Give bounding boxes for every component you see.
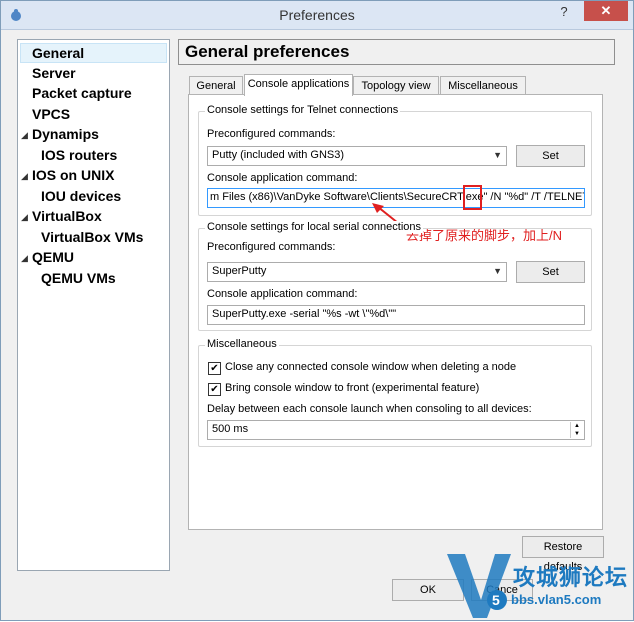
sidebar-item-iou-devices[interactable]: IOU devices — [41, 188, 121, 204]
tab-console-applications[interactable]: Console applications — [244, 74, 353, 96]
chevron-down-icon: ▼ — [493, 150, 502, 160]
window-title: Preferences — [279, 7, 355, 23]
page-header: General preferences — [178, 39, 615, 65]
sidebar-item-server[interactable]: Server — [32, 65, 76, 81]
serial-command-value: SuperPutty.exe -serial "%s -wt \"%d\"" — [212, 308, 397, 320]
sidebar-item-vpcs[interactable]: VPCS — [32, 106, 70, 122]
sidebar-item-general[interactable]: General — [20, 43, 167, 63]
chevron-down-icon: ▼ — [493, 266, 502, 276]
sidebar-item-virtualbox[interactable]: VirtualBox — [32, 208, 102, 224]
expand-arrow-icon[interactable]: ◢ — [21, 253, 28, 264]
delay-spinbox[interactable]: 500 ms ▲ ▼ — [207, 420, 585, 440]
sidebar-item-qemu-vms[interactable]: QEMU VMs — [41, 270, 116, 286]
serial-command-label: Console application command: — [207, 288, 358, 300]
telnet-preconfigured-value: Putty (included with GNS3) — [212, 149, 345, 161]
sidebar-item-ios-on-unix[interactable]: IOS on UNIX — [32, 167, 114, 183]
sidebar-item-packet-capture[interactable]: Packet capture — [32, 85, 132, 101]
delay-label: Delay between each console launch when c… — [207, 403, 532, 415]
bring-front-label: Bring console window to front (experimen… — [225, 382, 480, 394]
serial-preconfigured-value: SuperPutty — [212, 265, 267, 277]
bring-front-checkbox[interactable]: ✔ — [208, 383, 221, 396]
serial-command-input[interactable]: SuperPutty.exe -serial "%s -wt \"%d\"" — [207, 305, 585, 325]
close-console-label: Close any connected console window when … — [225, 361, 517, 373]
spin-arrows-icon[interactable]: ▲ ▼ — [570, 422, 583, 438]
misc-settings-group: Miscellaneous ✔ Close any connected cons… — [198, 338, 592, 447]
v5-logo-icon: 5 — [447, 554, 511, 618]
sidebar-item-dynamips[interactable]: Dynamips — [32, 126, 99, 142]
close-button[interactable]: ✕ — [584, 1, 628, 21]
preferences-sidebar: General Server Packet capture VPCS ◢ Dyn… — [17, 39, 170, 571]
close-console-checkbox[interactable]: ✔ — [208, 362, 221, 375]
watermark-title: 攻城狮论坛 — [513, 565, 629, 590]
preferences-window: Preferences ? ✕ General Server Packet ca… — [0, 0, 634, 621]
expand-arrow-icon[interactable]: ◢ — [21, 171, 28, 182]
telnet-preconfigured-select[interactable]: Putty (included with GNS3) ▼ — [207, 146, 507, 166]
help-button[interactable]: ? — [549, 1, 579, 21]
sidebar-item-label: General — [32, 45, 85, 61]
telnet-group-title: Console settings for Telnet connections — [205, 104, 401, 116]
highlight-box — [463, 185, 482, 210]
telnet-preconfigured-label: Preconfigured commands: — [207, 128, 336, 140]
tab-topology-view[interactable]: Topology view — [353, 76, 439, 95]
expand-arrow-icon[interactable]: ◢ — [21, 130, 28, 141]
sidebar-item-virtualbox-vms[interactable]: VirtualBox VMs — [41, 229, 143, 245]
telnet-command-label: Console application command: — [207, 172, 358, 184]
page-title: General preferences — [185, 42, 350, 61]
misc-group-title: Miscellaneous — [205, 338, 279, 350]
delay-value: 500 ms — [212, 423, 249, 435]
sidebar-item-ios-routers[interactable]: IOS routers — [41, 147, 117, 163]
tab-miscellaneous[interactable]: Miscellaneous — [440, 76, 526, 95]
title-bar: Preferences ? ✕ — [1, 1, 633, 30]
serial-preconfigured-label: Preconfigured commands: — [207, 241, 336, 253]
svg-text:5: 5 — [492, 592, 500, 608]
serial-group-title: Console settings for local serial connec… — [205, 221, 424, 233]
expand-arrow-icon[interactable]: ◢ — [21, 212, 28, 223]
serial-preconfigured-select[interactable]: SuperPutty ▼ — [207, 262, 507, 282]
sidebar-item-qemu[interactable]: QEMU — [32, 249, 74, 265]
watermark-logo: 5 攻城狮论坛 bbs.vlan5.com — [443, 548, 634, 622]
console-applications-panel: Console settings for Telnet connections … — [188, 94, 603, 530]
telnet-set-button[interactable]: Set — [516, 145, 585, 167]
tab-general[interactable]: General — [189, 76, 243, 95]
watermark-url: bbs.vlan5.com — [511, 592, 602, 607]
serial-set-button[interactable]: Set — [516, 261, 585, 283]
serial-settings-group: Console settings for local serial connec… — [198, 221, 592, 331]
